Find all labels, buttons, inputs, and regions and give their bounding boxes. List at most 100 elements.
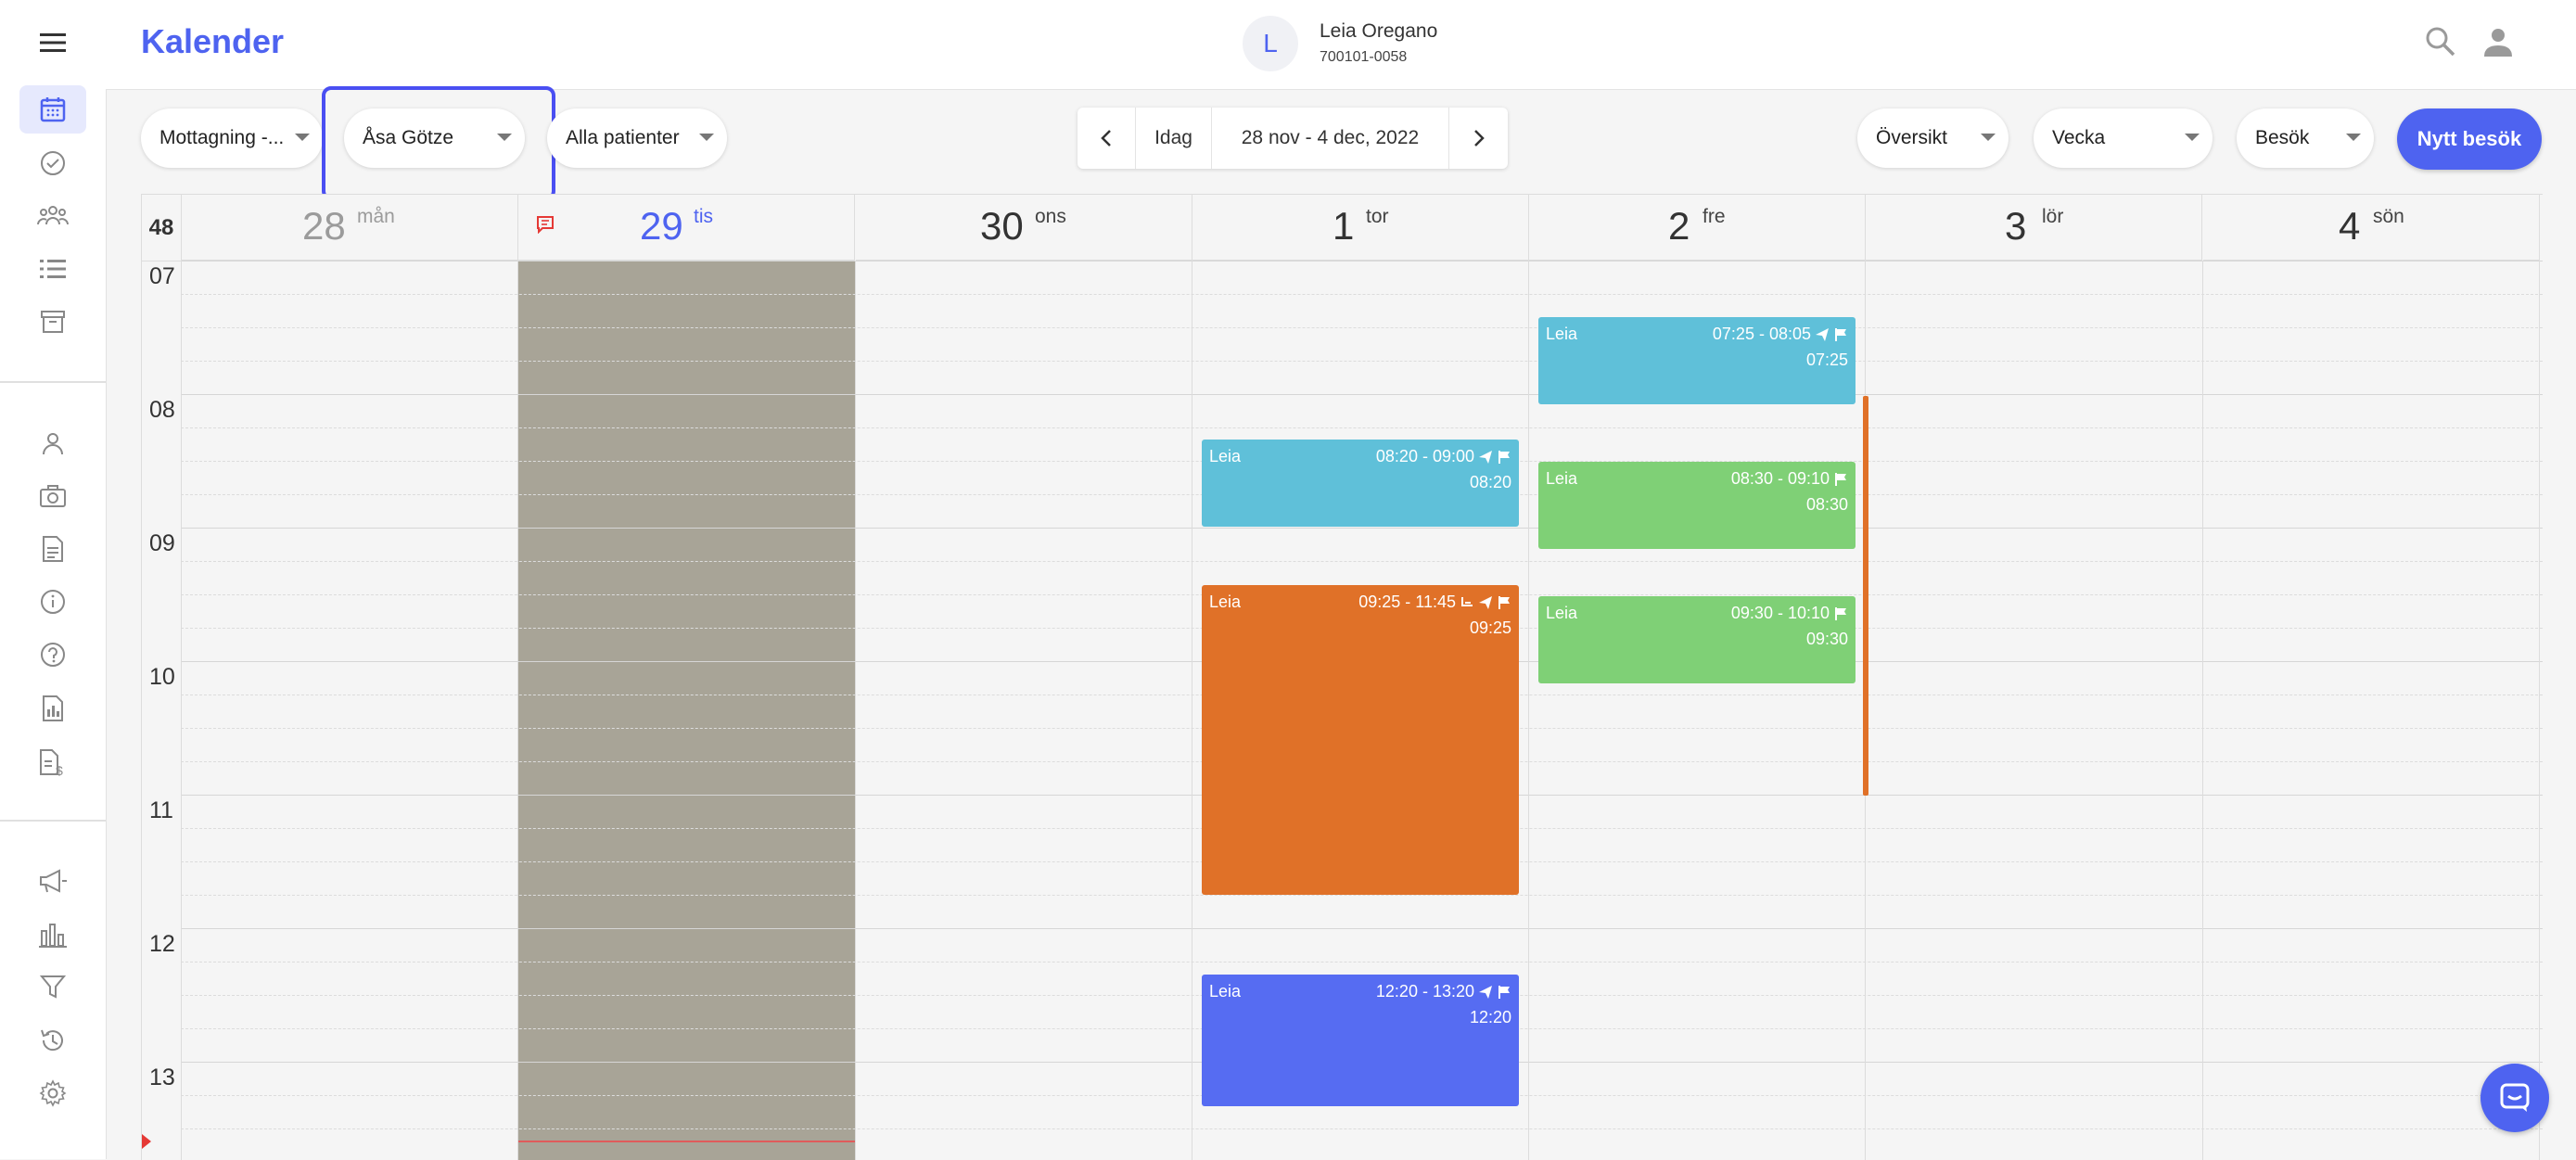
sidebar-item-filter[interactable] [19,962,86,1011]
appointment-start: 09:25 [1469,618,1511,637]
today-button[interactable]: Idag [1136,108,1211,169]
flag-icon [1833,472,1848,487]
grid-line [181,261,182,1160]
sidebar-item-calendar[interactable] [19,85,86,134]
appointment[interactable]: Leia 08:30 - 09:10 08:30 [1538,462,1855,549]
grid-line [1528,261,1529,1160]
recline-icon [1460,595,1474,610]
appointment-time: 07:25 - 08:05 [1712,325,1811,343]
appointment-start: 07:25 [1805,351,1848,369]
sidebar-item-photos[interactable] [19,472,86,520]
appointment[interactable]: Leia 12:20 - 13:20 12:20 [1202,975,1519,1106]
megaphone-icon [38,868,68,894]
day-header[interactable]: 29 tis [518,195,855,261]
sidebar-item-info[interactable] [19,578,86,626]
send-icon [1478,985,1493,1000]
menu-button[interactable] [19,19,86,67]
flag-icon [1833,606,1848,621]
appointment-patient: Leia [1546,325,1578,343]
flag-icon [1833,327,1848,342]
next-week-button[interactable] [1449,108,1508,169]
view-select[interactable]: Vecka [2034,108,2213,168]
grid-line [181,361,2543,362]
sidebar-item-report[interactable] [19,684,86,733]
hour-label: 11 [149,797,173,823]
previous-week-button[interactable] [1078,108,1135,169]
chevron-down-icon [2185,134,2200,141]
sidebar-item-campaigns[interactable] [19,857,86,905]
date-navigator: Idag 28 nov - 4 dec, 2022 [1078,108,1508,169]
new-visit-button[interactable]: Nytt besök [2397,108,2542,170]
day-name: tis [694,206,713,227]
grid-line [181,928,2543,929]
day-name: mån [357,206,395,227]
flag-icon [1497,450,1511,465]
doctor-select-highlight [322,86,555,200]
sidebar-item-invoices[interactable]: $ [19,738,86,786]
invoice-icon: $ [39,748,67,776]
appointment[interactable]: Leia 09:30 - 10:10 09:30 [1538,596,1855,683]
avatar[interactable]: L [1243,16,1298,71]
day-name: fre [1702,206,1726,227]
top-bar: Kalender L Leia Oregano 700101-0058 [106,0,2576,90]
day-header[interactable]: 1 tor [1192,195,1529,261]
appointment-start: 08:30 [1805,495,1848,514]
appointment-time-row: 09:25 - 11:45 [1358,593,1511,612]
day-header[interactable]: 2 fre [1529,195,1866,261]
appointment[interactable]: Leia 07:25 - 08:05 07:25 [1538,317,1855,404]
document-icon [42,535,64,563]
comment-icon[interactable] [536,215,555,234]
visit-type-select[interactable]: Besök [2237,108,2374,168]
send-icon [1815,327,1830,342]
sidebar-item-archive[interactable] [19,298,86,346]
sidebar-item-help[interactable] [19,631,86,679]
day-number: 3 [2005,204,2027,248]
appointment-time: 12:20 - 13:20 [1375,982,1474,1001]
grid-line [2539,261,2540,1160]
grid-line [181,561,2543,562]
gear-icon [39,1079,67,1107]
appointment-patient: Leia [1209,982,1242,1001]
sidebar-item-groups[interactable] [19,191,86,239]
day-name: tor [1366,206,1389,227]
appointment-start: 12:20 [1469,1008,1511,1026]
appointment[interactable]: Leia 09:25 - 11:45 09:25 [1202,585,1519,895]
day-number: 30 [980,204,1024,248]
day-number: 29 [640,204,683,248]
sidebar-item-history[interactable] [19,1016,86,1064]
patient-select[interactable]: Alla patienter [547,108,727,168]
day-header[interactable]: 3 lör [1866,195,2202,261]
today-column[interactable] [518,261,855,1160]
week-calendar: 48 28 mån 29 tis 30 ons 1 tor 2 fre 3 lö… [141,194,2543,1160]
clinic-select[interactable]: Mottagning -... [141,108,323,168]
page-title: Kalender [141,22,285,60]
appointment-time-row: 08:30 - 09:10 [1731,469,1848,489]
grid-line [181,528,2543,529]
sidebar-item-tasks[interactable] [19,139,86,187]
day-header[interactable]: 30 ons [856,195,1192,261]
appointment-time: 08:30 - 09:10 [1730,469,1830,488]
hamburger-icon [40,32,66,53]
appointment-time-row: 08:20 - 09:00 [1376,447,1511,466]
sidebar-item-statistics[interactable] [19,911,86,959]
send-icon [1478,595,1493,610]
patient-id: 700101-0058 [1320,49,1408,65]
day-number: 1 [1333,204,1355,248]
appointment-patient: Leia [1546,604,1578,622]
sidebar-item-patient[interactable] [19,419,86,467]
sidebar-divider [0,381,106,383]
sidebar-item-list[interactable] [19,245,86,293]
visit-type-select-value: Besök [2255,127,2310,148]
day-header[interactable]: 4 sön [2203,195,2540,261]
search-button[interactable] [2424,25,2457,58]
sidebar-item-settings[interactable] [19,1069,86,1117]
appointment[interactable]: Leia 08:20 - 09:00 08:20 [1202,440,1519,527]
date-range-label[interactable]: 28 nov - 4 dec, 2022 [1212,108,1448,169]
account-button[interactable] [2481,25,2515,58]
overview-select-value: Översikt [1876,127,1948,148]
day-header[interactable]: 28 mån [182,195,518,261]
sidebar-item-document[interactable] [19,525,86,573]
overview-select[interactable]: Översikt [1857,108,2009,168]
appointment-patient: Leia [1546,469,1578,488]
chat-button[interactable] [2480,1064,2549,1132]
